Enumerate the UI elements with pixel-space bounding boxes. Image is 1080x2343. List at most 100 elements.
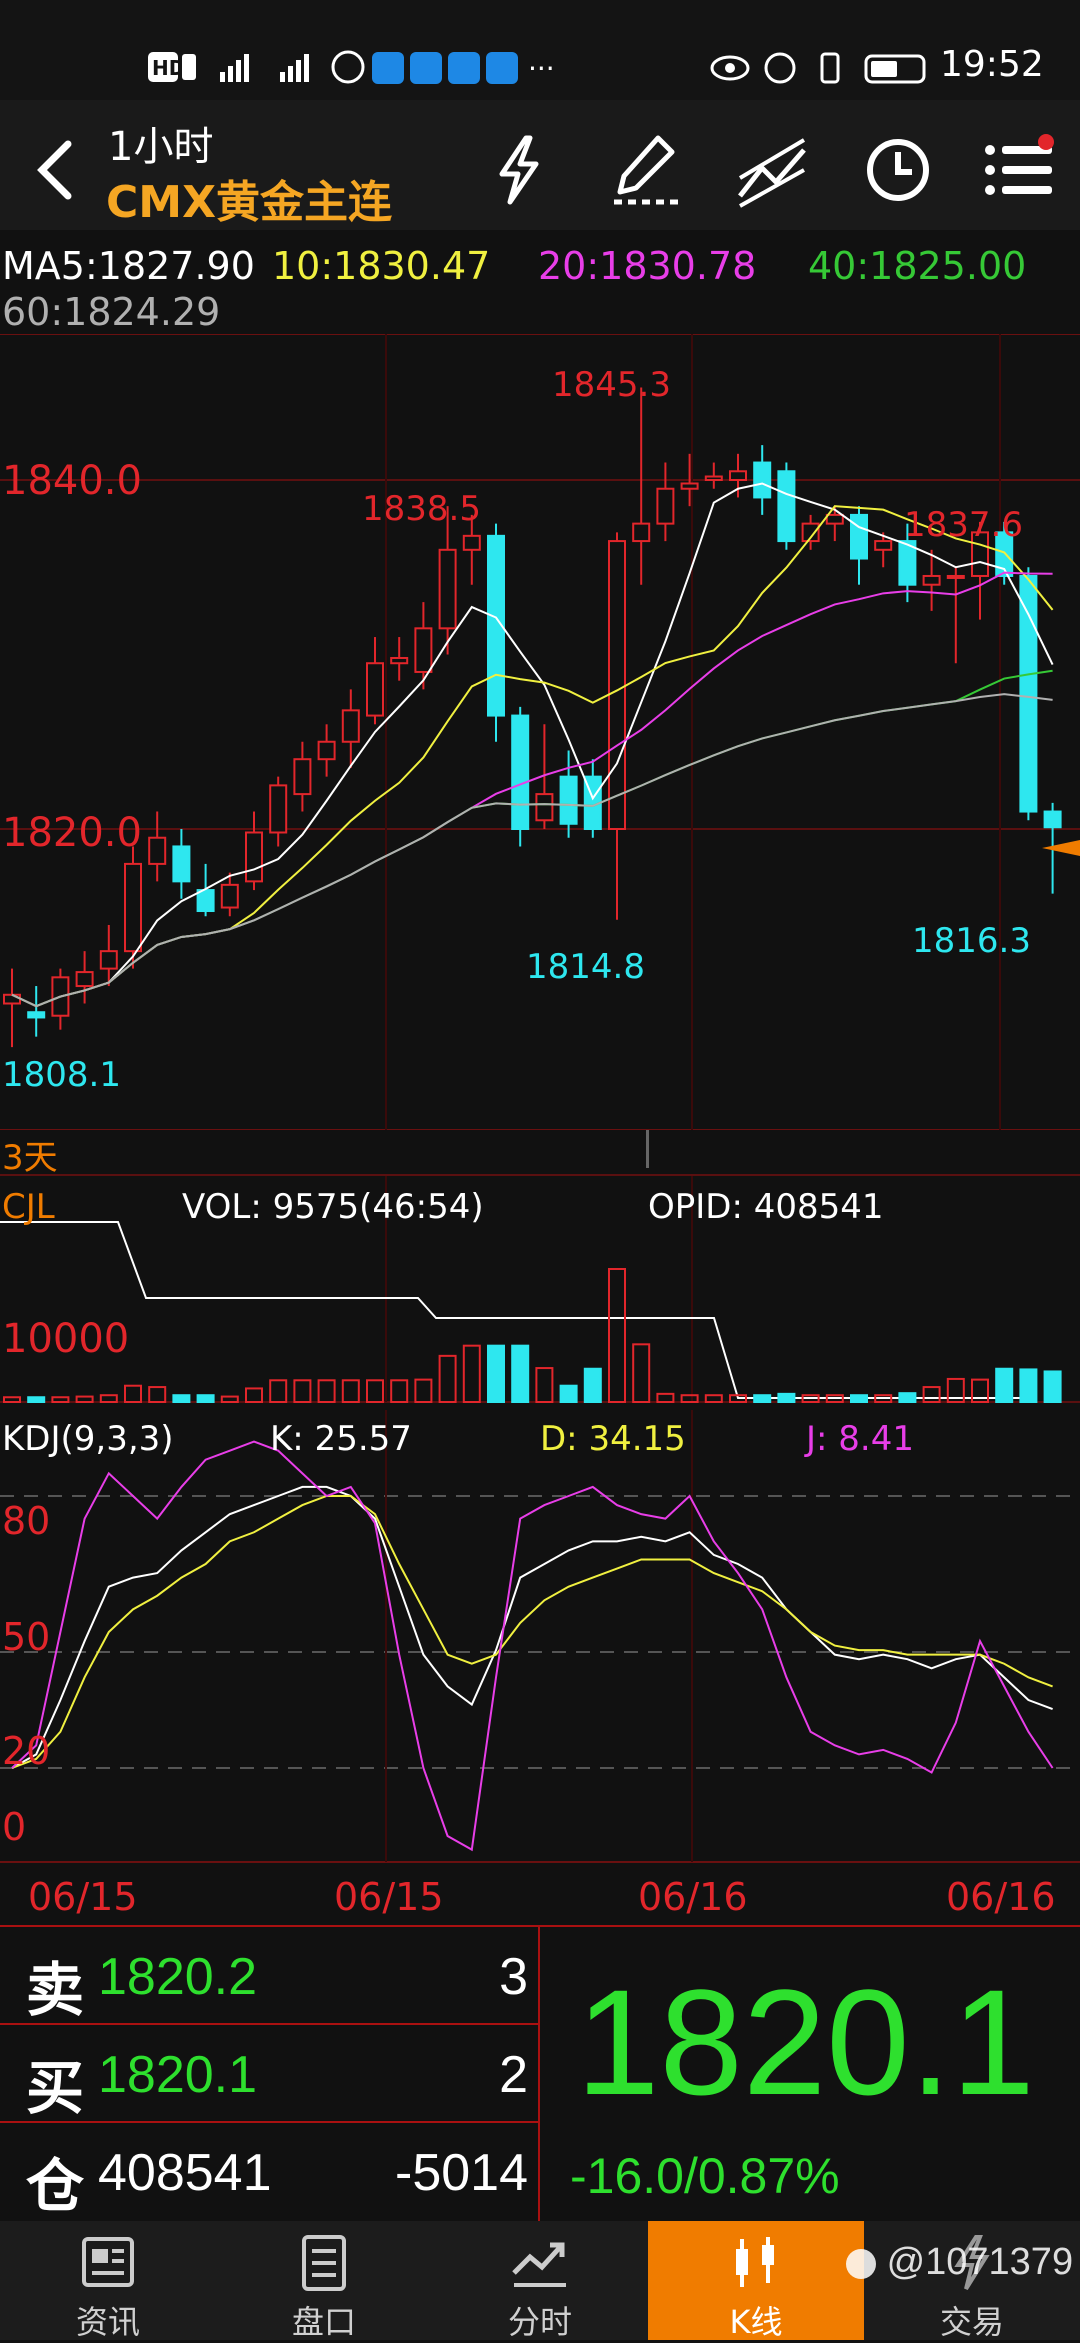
range-strip: 3天 (0, 1128, 1080, 1179)
annot-low-1814: 1814.8 (526, 947, 645, 987)
date-axis: 06/15 06/15 06/16 06/16 (28, 1875, 1056, 1919)
nav-news[interactable]: 资讯 (0, 2221, 216, 2341)
kline-icon (736, 2237, 774, 2287)
volume-bar (922, 1386, 941, 1403)
ma10-line (11, 505, 1054, 1008)
instrument-name[interactable]: CMX黄金主连 (106, 166, 392, 230)
volume-level: 10000 (2, 1316, 129, 1362)
candle-up (269, 784, 288, 834)
oi-value: 408541 (98, 2144, 272, 2202)
ma5-line (11, 482, 1054, 1008)
candle-down (777, 470, 796, 543)
oi-change: -5014 (395, 2144, 528, 2202)
candle-up (438, 548, 457, 630)
lightning-icon[interactable] (480, 130, 560, 210)
volume-bar (583, 1367, 602, 1403)
volume-bar (1043, 1370, 1062, 1403)
annot-high-1845: 1845.3 (552, 365, 671, 405)
clock-icon[interactable] (858, 130, 938, 210)
buy-price: 1820.1 (98, 2046, 258, 2104)
candle-up (608, 540, 626, 830)
range-scroll-handle[interactable] (646, 1130, 649, 1168)
nav-timeshare[interactable]: 分时 (432, 2221, 648, 2341)
volume-bar (99, 1394, 118, 1403)
date-label: 06/15 (334, 1875, 444, 1919)
sim-card-icon (182, 54, 196, 80)
volume-bar (75, 1395, 94, 1403)
volume-title: CJL (2, 1187, 55, 1227)
candle-up (462, 534, 481, 551)
candle-down (1019, 574, 1038, 813)
volume-bar (293, 1379, 312, 1404)
menu-list-icon[interactable] (980, 130, 1060, 210)
volume-bar (438, 1354, 457, 1404)
flag-app-icon (486, 52, 518, 84)
candle-up (922, 574, 941, 586)
quote-panel: 卖 1820.2 3 买 1820.1 2 仓 408541 -5014 182… (0, 1925, 1080, 2223)
opid-value: OPID: 408541 (648, 1187, 884, 1227)
candle-up (946, 574, 965, 579)
nav-kline[interactable]: K线 (648, 2221, 864, 2341)
volume-bar (704, 1394, 723, 1403)
kdj-k-line (11, 1485, 1053, 1769)
ma20-value: 20:1830.78 (538, 244, 757, 288)
status-time: 19:52 (940, 44, 1044, 85)
palm-icon (331, 50, 365, 84)
trend-line-icon[interactable] (732, 130, 812, 210)
last-price: 1820.1 (576, 1958, 1035, 2126)
volume-bar (487, 1344, 505, 1404)
buy-row[interactable]: 买 1820.1 2 (0, 2025, 538, 2123)
vibrate-icon (820, 52, 840, 84)
price-level-1820: 1820.0 (2, 810, 142, 856)
annot-low-1816: 1816.3 (912, 921, 1031, 961)
volume-bar (390, 1379, 409, 1404)
notification-dot-icon (1038, 134, 1054, 150)
signal-4g-icon (220, 54, 249, 82)
kdj-j-value: J: 8.41 (804, 1419, 914, 1459)
current-price-marker-icon (1042, 840, 1080, 856)
nav-label: 交易 (939, 2303, 1004, 2341)
bottom-nav: 资讯 盘口 分时 K线 交易 @1071379 (0, 2221, 1080, 2341)
kdj-j-line (11, 1440, 1054, 1852)
volume-bar (462, 1344, 481, 1404)
candle-up (317, 740, 336, 761)
volume-bar (414, 1378, 433, 1404)
candle-up (729, 470, 747, 481)
candle-up (124, 862, 142, 953)
ma10-value: 10:1830.47 (272, 244, 491, 288)
volume-value: VOL: 9575(46:54) (182, 1187, 484, 1227)
kdj-chart: KDJ(9,3,3) K: 25.57 D: 34.15 J: 8.41 80 … (0, 1410, 1080, 1863)
volume-bar (51, 1396, 70, 1403)
candle-up (148, 836, 167, 865)
candle-up (704, 475, 723, 481)
volume-bar (317, 1379, 336, 1404)
period-label[interactable]: 1小时 (108, 114, 213, 172)
volume-bar (148, 1386, 167, 1403)
volume-bar (172, 1394, 191, 1403)
volume-bar (269, 1379, 288, 1404)
draw-pen-icon[interactable] (606, 130, 686, 210)
oi-label: 仓 (26, 2152, 85, 2220)
sell-row[interactable]: 卖 1820.2 3 (0, 1927, 538, 2025)
buy-label: 买 (26, 2054, 85, 2122)
status-right-icons (710, 52, 926, 84)
date-label: 06/15 (28, 1875, 138, 1919)
candle-up (220, 883, 239, 909)
candlestick-chart[interactable]: 1840.0 1820.0 1845.3 1838.5 1837.6 1814.… (0, 334, 1080, 1130)
cloud-icon (410, 52, 442, 84)
volume-bar (124, 1384, 142, 1403)
orderbook-icon (302, 2235, 346, 2291)
nav-orderbook[interactable]: 盘口 (216, 2221, 432, 2341)
candle-up (293, 758, 312, 796)
annot-high-1837: 1837.6 (904, 505, 1023, 545)
range-label[interactable]: 3天 (2, 1130, 58, 1179)
candle-down (1043, 810, 1062, 829)
nav-label: 资讯 (75, 2303, 140, 2341)
annot-low-1808: 1808.1 (2, 1055, 121, 1095)
kdj-d-line (11, 1495, 1053, 1769)
signal-4g-icon (280, 54, 309, 82)
volume-bar (27, 1396, 46, 1403)
news-icon (82, 2237, 134, 2287)
nav-label: 盘口 (291, 2303, 356, 2341)
back-icon[interactable] (20, 130, 100, 210)
